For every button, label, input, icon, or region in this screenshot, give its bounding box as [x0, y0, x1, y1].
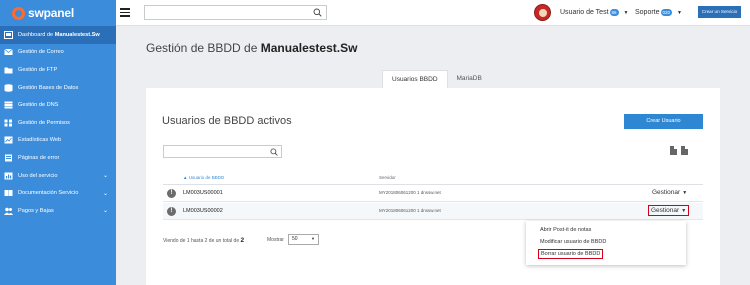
sidebar-item-label: Gestión de Permisos: [18, 119, 70, 126]
sidebar-nav: Dashboard de Manualestest.Sw Gestión de …: [0, 26, 116, 220]
soporte-label: Soporte: [635, 9, 660, 16]
swpanel-logo[interactable]: swpanel: [0, 0, 116, 26]
sidebar-item-label: Pagos y Bajas: [18, 207, 54, 214]
docs-icon: [4, 189, 13, 197]
table-header: ▲ Usuario de BBDD Servidor: [163, 171, 703, 185]
sidebar-item-label: Páginas de error: [18, 154, 60, 161]
sidebar-item-dns[interactable]: Gestión de DNS: [0, 96, 116, 114]
gestionar-button[interactable]: Gestionar ▼: [648, 205, 690, 216]
sidebar-item-estadisticas[interactable]: Estadísticas Web: [0, 132, 116, 150]
table-row: ! LM003US00001 MY201806061200 1 dnssw.ne…: [163, 185, 703, 202]
panel-title: Usuarios de BBDD activos: [162, 115, 292, 127]
search-input[interactable]: [145, 6, 305, 19]
page-title: Gestión de BBDD de Manualestest.Sw: [146, 41, 358, 55]
sidebar-item-label: Gestión de Correo: [18, 49, 64, 56]
sidebar-item-correo[interactable]: Gestión de Correo: [0, 44, 116, 62]
search-icon[interactable]: [313, 8, 322, 19]
payments-icon: [4, 207, 13, 215]
page-size-select[interactable]: 50 ▼: [288, 234, 319, 245]
column-header-usuario[interactable]: ▲ Usuario de BBDD: [183, 175, 224, 180]
dns-stack-icon: [4, 101, 13, 109]
user-menu[interactable]: Usuario de Test 86 ▼: [560, 9, 628, 16]
logo-text: swpanel: [28, 6, 74, 20]
sidebar-item-label: Dashboard de Manualestest.Sw: [18, 31, 100, 38]
logo-swirl-icon: [12, 6, 25, 20]
caret-down-icon: ▼: [311, 236, 315, 241]
caret-down-icon: ▼: [623, 10, 629, 16]
menu-item-abrir-postit[interactable]: Abrir Post-it de notas: [540, 227, 591, 233]
gestionar-dropdown-menu: Abrir Post-it de notas Modificar usuario…: [526, 221, 686, 265]
tabs: Usuarios BBDD MariaDB: [382, 70, 491, 88]
sidebar-item-ftp[interactable]: Gestión de FTP: [0, 61, 116, 79]
create-service-button[interactable]: Crear un Servicio: [698, 6, 741, 18]
sidebar-item-label: Gestión de FTP: [18, 66, 58, 73]
table-row: ! LM003US00002 MY201806061200 1 dnssw.ne…: [163, 203, 703, 220]
filter-input[interactable]: [164, 146, 264, 157]
database-icon: [4, 83, 13, 92]
sidebar-item-bases-datos[interactable]: Gestión Bases de Datos: [0, 79, 116, 97]
gestionar-button[interactable]: Gestionar ▼: [652, 189, 687, 196]
column-header-servidor[interactable]: Servidor: [379, 175, 396, 180]
sidebar-item-documentacion[interactable]: Documentación Servicio ⌄: [0, 184, 116, 202]
menu-item-modificar-usuario[interactable]: Modificar usuario de BBDD: [540, 239, 606, 245]
row-server: MY201806061200 1 dnssw.net: [379, 190, 441, 195]
export-pdf-icon[interactable]: [670, 146, 677, 155]
permissions-grid-icon: [4, 119, 13, 127]
dashboard-icon: [4, 30, 13, 39]
soporte-menu[interactable]: Soporte 020 ▼: [635, 9, 682, 16]
chevron-down-icon: ⌄: [102, 208, 108, 215]
caret-down-icon: ▼: [681, 208, 687, 214]
stats-icon: [4, 136, 13, 144]
search-icon[interactable]: [270, 148, 278, 158]
sidebar-item-pagos-bajas[interactable]: Pagos y Bajas ⌄: [0, 202, 116, 220]
chevron-down-icon: ⌄: [102, 190, 108, 197]
row-username: LM003US00001: [183, 190, 223, 196]
user-name: Usuario de Test: [560, 9, 609, 16]
sidebar-item-uso-servicio[interactable]: Uso del servicio ⌄: [0, 167, 116, 185]
avatar[interactable]: [534, 4, 551, 21]
tab-mariadb[interactable]: MariaDB: [448, 70, 491, 88]
show-label: Mostrar: [267, 237, 284, 243]
sidebar-item-dashboard[interactable]: Dashboard de Manualestest.Sw: [0, 26, 116, 44]
user-notification-badge: 86: [609, 9, 619, 16]
sidebar-item-paginas-error[interactable]: Páginas de error: [0, 149, 116, 167]
sidebar-item-label: Gestión Bases de Datos: [18, 84, 79, 91]
hamburger-menu-icon[interactable]: [120, 8, 130, 17]
info-icon[interactable]: !: [167, 189, 176, 198]
caret-down-icon: ▼: [682, 190, 688, 196]
tab-usuarios-bbdd[interactable]: Usuarios BBDD: [382, 70, 448, 88]
row-username: LM003US00002: [183, 208, 223, 214]
ftp-folder-icon: [4, 66, 13, 74]
sidebar-item-label: Documentación Servicio: [18, 190, 79, 197]
soporte-badge: 020: [660, 9, 673, 16]
menu-item-borrar-usuario[interactable]: Borrar usuario de BBDD: [538, 249, 604, 259]
global-search: [144, 5, 327, 20]
table-filter: [163, 145, 282, 158]
row-server: MY201806061200 1 dnssw.net: [379, 208, 441, 213]
sidebar: swpanel Dashboard de Manualestest.Sw Ges…: [0, 0, 116, 285]
sidebar-item-label: Gestión de DNS: [18, 102, 59, 109]
usage-icon: [4, 172, 13, 180]
export-doc-icon[interactable]: [681, 146, 688, 155]
caret-down-icon: ▼: [677, 10, 682, 16]
error-page-icon: [4, 154, 13, 162]
topbar: Usuario de Test 86 ▼ Soporte 020 ▼ Crear un …: [116, 0, 750, 26]
sidebar-item-label: Estadísticas Web: [18, 137, 62, 144]
create-user-button[interactable]: Crear Usuario: [624, 114, 703, 129]
info-icon[interactable]: !: [167, 207, 176, 216]
envelope-icon: [4, 48, 13, 56]
sidebar-item-permisos[interactable]: Gestión de Permisos: [0, 114, 116, 132]
pagination-info: Viendo de 1 hasta 2 de un total de 2: [163, 237, 245, 244]
sidebar-item-label: Uso del servicio: [18, 172, 58, 179]
chevron-down-icon: ⌄: [102, 173, 108, 180]
